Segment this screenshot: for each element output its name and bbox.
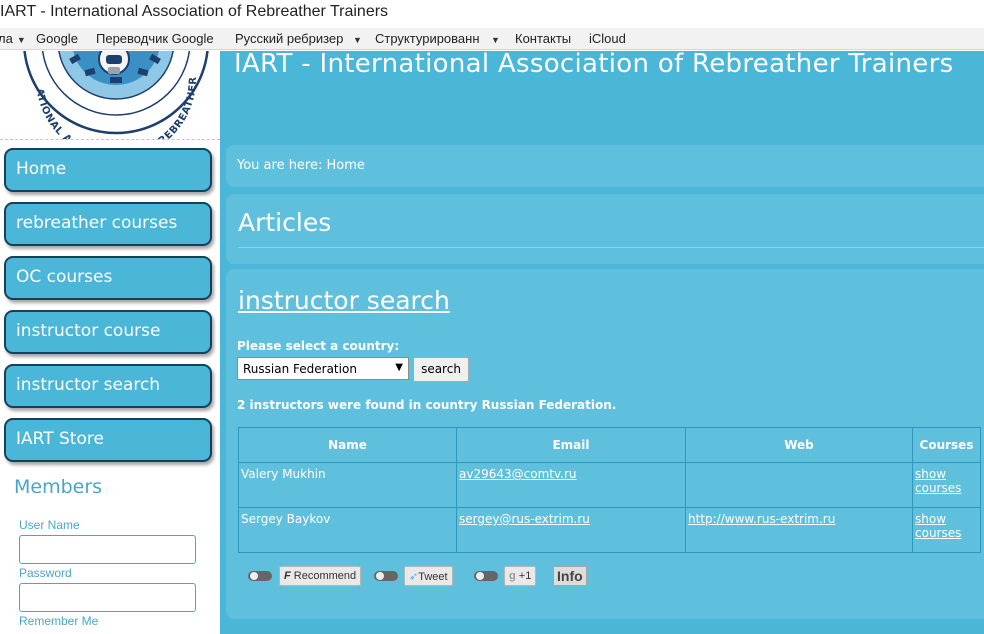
result-count-text: 2 instructors were found in country Russ… [237, 398, 617, 412]
password-label: Password [19, 566, 72, 580]
breadcrumb-text: You are here: Home [237, 158, 365, 173]
gplus-privacy-toggle[interactable] [474, 571, 498, 581]
instructor-search-panel: instructor search Please select a countr… [226, 269, 984, 619]
window-title: IART - International Association of Rebr… [0, 0, 984, 24]
articles-section: Articles [226, 194, 984, 264]
instructor-name: Sergey Baykov [238, 507, 457, 553]
instructor-email-cell: av29643@comtv.ru [456, 462, 686, 508]
articles-heading: Articles [238, 208, 332, 237]
chevron-down-icon: ▼ [16, 35, 26, 45]
instructor-web-link[interactable]: http://www.rus-extrim.ru [688, 512, 835, 526]
facebook-recommend-button[interactable]: F Recommend [279, 566, 362, 586]
page-title-link[interactable]: instructor search [238, 286, 450, 315]
password-input[interactable] [19, 583, 196, 612]
instructor-email-link[interactable]: av29643@comtv.ru [459, 467, 577, 481]
instructor-email-cell: sergey@rus-extrim.ru [456, 507, 686, 553]
instructors-table: Name Email Web Courses Valery Mukhin av2… [238, 427, 981, 553]
chevron-down-icon: ▼ [491, 35, 500, 45]
column-header-web: Web [685, 427, 913, 463]
bookmark-structured[interactable]: Структурированн ▼ [375, 31, 500, 46]
social-info-button[interactable]: Info [553, 566, 587, 586]
twitter-privacy-toggle[interactable] [374, 571, 398, 581]
nav-iart-store[interactable]: IART Store [4, 418, 212, 462]
site-title: IART - International Association of Rebr… [234, 49, 954, 79]
bookmark-google[interactable]: Google [36, 31, 78, 46]
instructor-name: Valery Mukhin [238, 462, 457, 508]
nav-rebreather-courses[interactable]: rebreather courses [4, 202, 212, 246]
twitter-bird-icon: ➶ [409, 571, 419, 583]
country-select-value: Russian Federation [243, 362, 357, 376]
nav-oc-courses[interactable]: OC courses [4, 256, 212, 300]
table-row: Valery Mukhin av29643@comtv.ru show cours… [238, 462, 981, 508]
table-header-row: Name Email Web Courses [238, 427, 981, 463]
country-select-label: Please select a country: [237, 339, 400, 353]
instructor-courses-cell: show courses [912, 507, 981, 553]
table-row: Sergey Baykov sergey@rus-extrim.ru http:… [238, 507, 981, 553]
instructor-courses-cell: show courses [912, 462, 981, 508]
iart-seal-logo: ATIONAL ASSOCIATION OF REBREATHER T [0, 51, 209, 139]
page: ATIONAL ASSOCIATION OF REBREATHER T IART… [0, 49, 984, 634]
divider [238, 247, 984, 248]
facebook-icon: F [284, 570, 294, 582]
nav-instructor-course[interactable]: instructor course [4, 310, 212, 354]
username-label: User Name [19, 518, 80, 532]
column-header-name: Name [238, 427, 457, 463]
show-courses-link[interactable]: show courses [915, 467, 961, 495]
column-header-email: Email [456, 427, 686, 463]
bookmark-russian-rebreather[interactable]: Русский ребризер ▼ [235, 31, 362, 46]
chevron-down-icon: ▼ [353, 35, 362, 45]
bookmark-folder-1[interactable]: ла▼ [0, 31, 26, 46]
gplus-button[interactable]: g +1 [504, 566, 537, 586]
dropdown-arrow-icon: ▼ [395, 362, 403, 373]
instructor-web-cell [685, 462, 913, 508]
instructor-email-link[interactable]: sergey@rus-extrim.ru [459, 512, 590, 526]
username-input[interactable] [19, 535, 196, 564]
bookmark-icloud[interactable]: iCloud [589, 31, 626, 46]
tweet-button[interactable]: ➶Tweet [404, 566, 453, 586]
column-header-courses: Courses [912, 427, 981, 463]
nav-home[interactable]: Home [4, 148, 212, 192]
bookmark-contacts[interactable]: Контакты [515, 31, 571, 46]
nav-instructor-search[interactable]: instructor search [4, 364, 212, 408]
breadcrumb: You are here: Home [226, 145, 984, 187]
bookmarks-bar: ла▼ Google Переводчик Google Русский реб… [0, 28, 984, 50]
show-courses-link[interactable]: show courses [915, 512, 961, 540]
site-logo[interactable]: ATIONAL ASSOCIATION OF REBREATHER T [0, 51, 220, 139]
remember-me-label[interactable]: Remember Me [19, 614, 98, 628]
window-title-text: IART - International Association of Rebr… [0, 3, 389, 20]
search-button[interactable]: search [413, 357, 469, 382]
gplus-icon: g [509, 570, 519, 582]
bookmark-google-translate[interactable]: Переводчик Google [96, 31, 222, 46]
instructor-web-cell: http://www.rus-extrim.ru [685, 507, 913, 553]
country-select[interactable]: Russian Federation ▼ [237, 357, 409, 380]
members-heading: Members [14, 476, 103, 498]
facebook-privacy-toggle[interactable] [248, 571, 272, 581]
